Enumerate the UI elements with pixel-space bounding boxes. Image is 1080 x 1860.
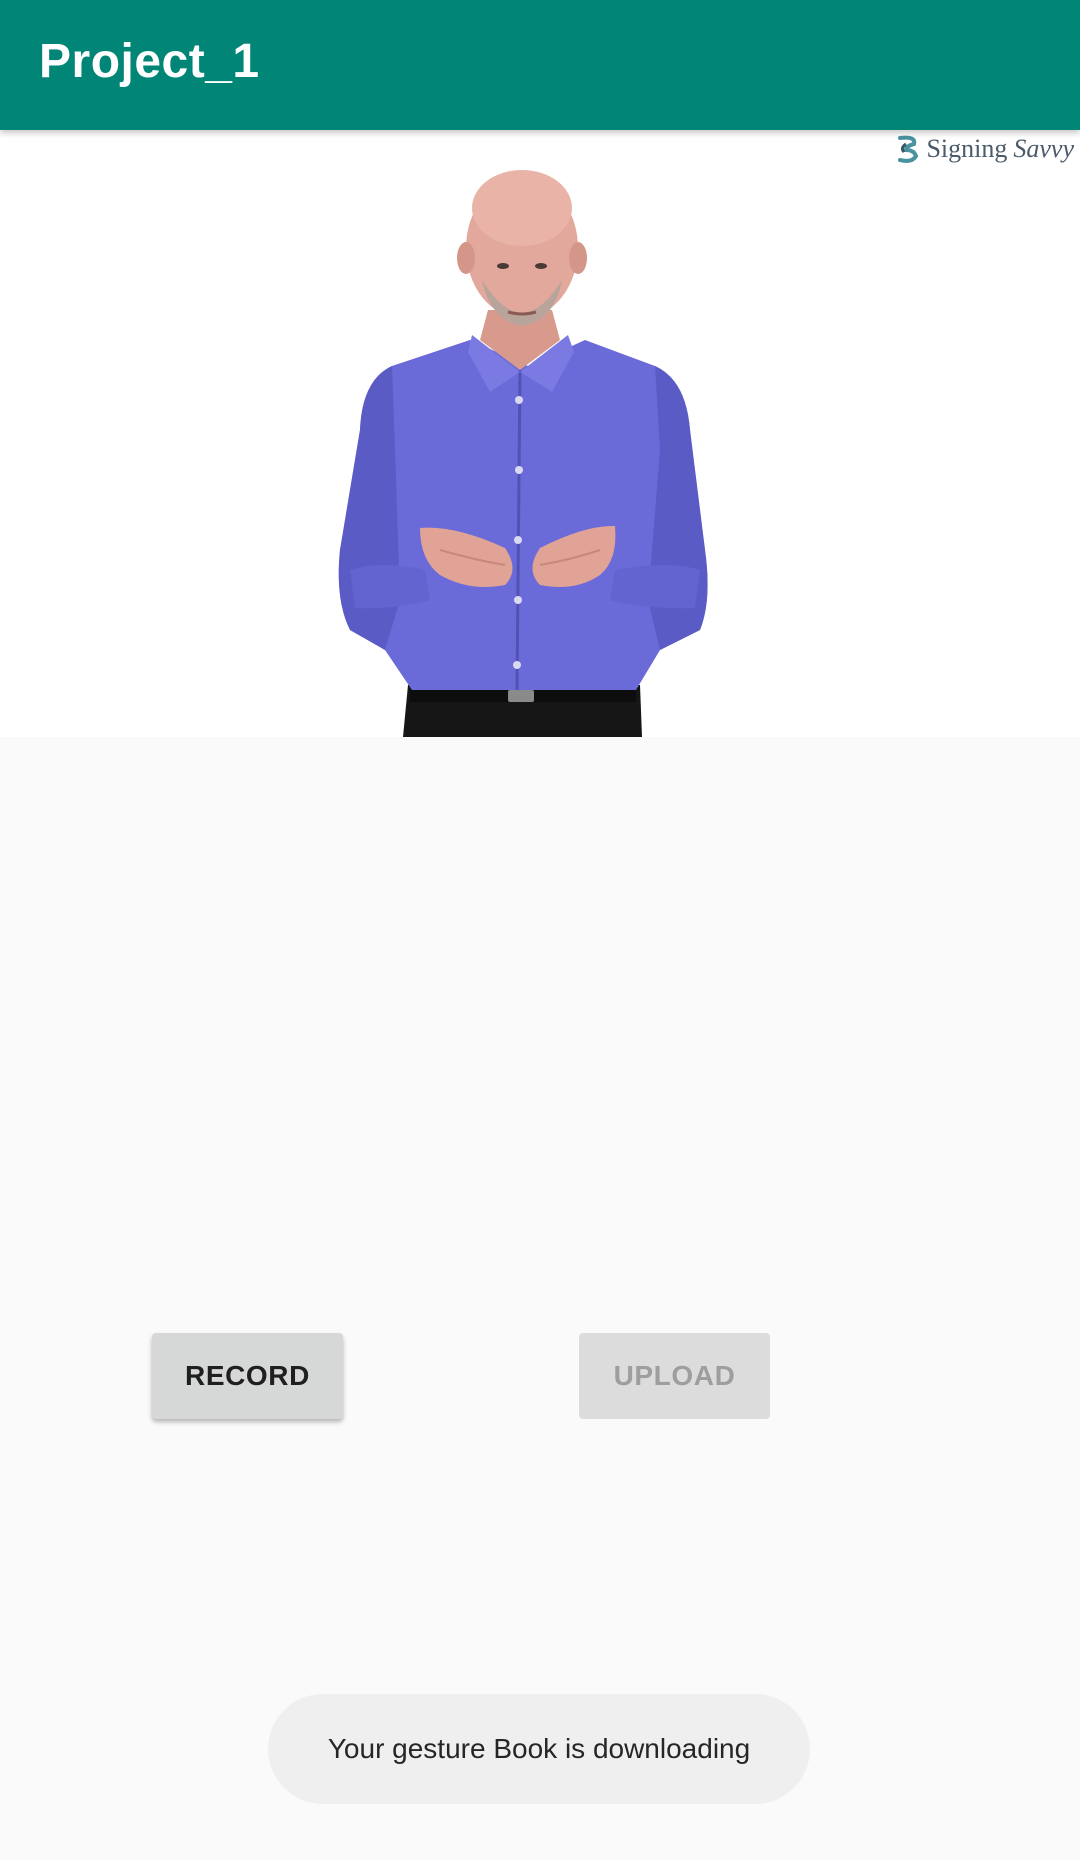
app-bar: Project_1: [0, 0, 1080, 130]
toast-message: Your gesture Book is downloading: [268, 1694, 810, 1804]
toast-text: Your gesture Book is downloading: [327, 1733, 751, 1764]
app-title: Project_1: [39, 35, 260, 88]
record-button[interactable]: RECORD: [152, 1333, 343, 1419]
gesture-video-frame: [0, 130, 1080, 737]
signer-illustration: [338, 170, 708, 737]
watermark-text-savvy: Savvy: [1013, 134, 1074, 163]
signing-savvy-watermark: Signing Savvy: [896, 134, 1074, 164]
signing-savvy-logo-icon: [898, 135, 919, 163]
video-player[interactable]: Signing Savvy: [0, 130, 1080, 737]
upload-button[interactable]: UPLOAD: [579, 1333, 770, 1419]
watermark-text-signing: Signing: [926, 134, 1008, 163]
